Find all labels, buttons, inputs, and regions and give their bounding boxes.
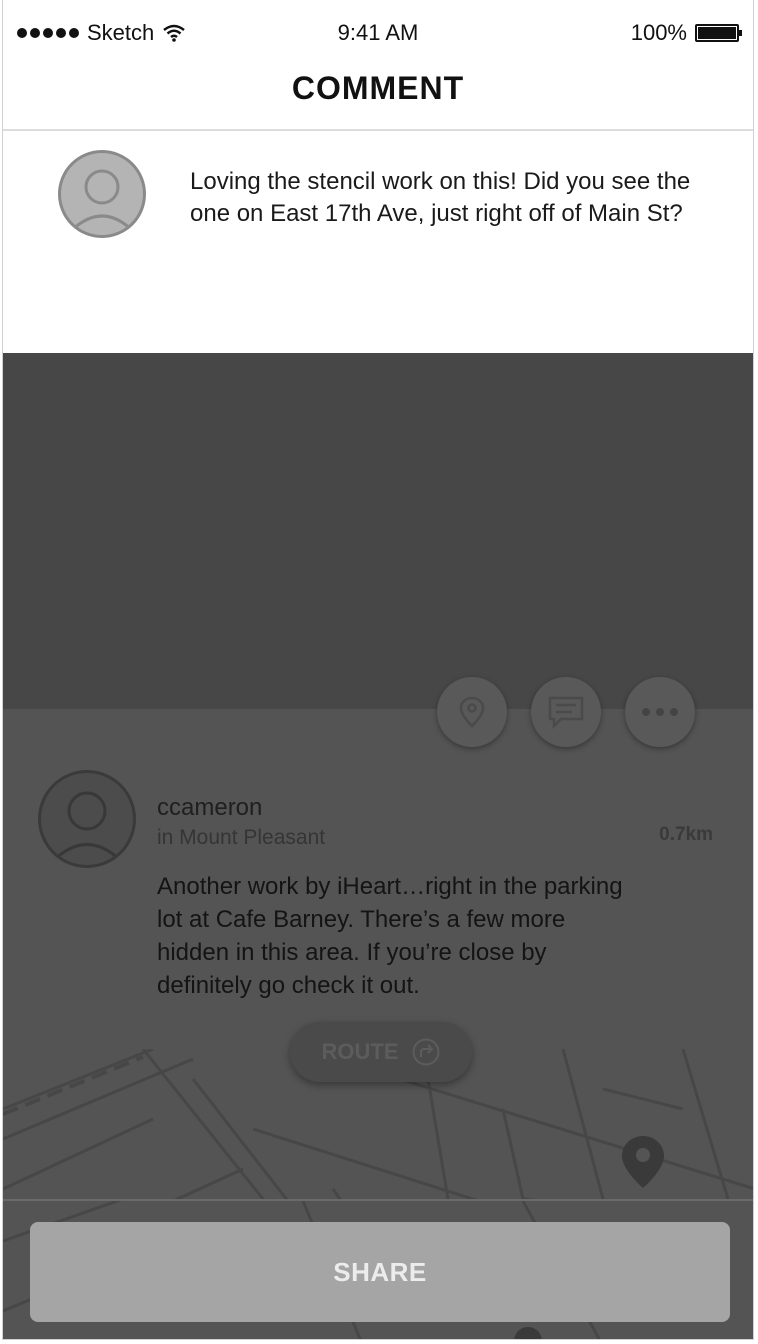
- comment-icon: [548, 696, 584, 729]
- more-options-button[interactable]: [625, 677, 695, 747]
- location-button[interactable]: [437, 677, 507, 747]
- route-arrow-icon: [412, 1038, 439, 1066]
- user-silhouette-icon: [69, 169, 135, 233]
- post-username[interactable]: ccameron: [157, 794, 262, 822]
- map-pin-icon: [622, 1136, 664, 1188]
- comment-avatar[interactable]: [58, 150, 146, 238]
- more-dots-icon: [642, 708, 678, 716]
- status-bar: Sketch 9:41 AM 100%: [3, 0, 753, 64]
- comments-button[interactable]: [531, 677, 601, 747]
- comment-input[interactable]: Loving the stencil work on this! Did you…: [190, 166, 710, 230]
- post-description: Another work by iHeart…right in the park…: [157, 873, 623, 999]
- battery-percent: 100%: [630, 20, 687, 45]
- share-button[interactable]: SHARE: [30, 1222, 730, 1322]
- post-image-overlay: [3, 353, 753, 709]
- route-button[interactable]: ROUTE: [290, 1022, 472, 1082]
- comment-screen: Sketch 9:41 AM 100% COMMENT Loving the s…: [2, 0, 754, 1340]
- post-distance: 0.7km: [659, 824, 713, 845]
- location-pin-icon: [459, 696, 485, 728]
- header-divider: [3, 129, 753, 131]
- page-title: COMMENT: [291, 70, 465, 106]
- battery-icon: [695, 24, 742, 42]
- post-author-avatar[interactable]: [38, 770, 136, 868]
- route-label: ROUTE: [321, 1039, 399, 1064]
- status-right: 100%: [630, 20, 742, 46]
- post-location: in Mount Pleasant: [157, 826, 326, 849]
